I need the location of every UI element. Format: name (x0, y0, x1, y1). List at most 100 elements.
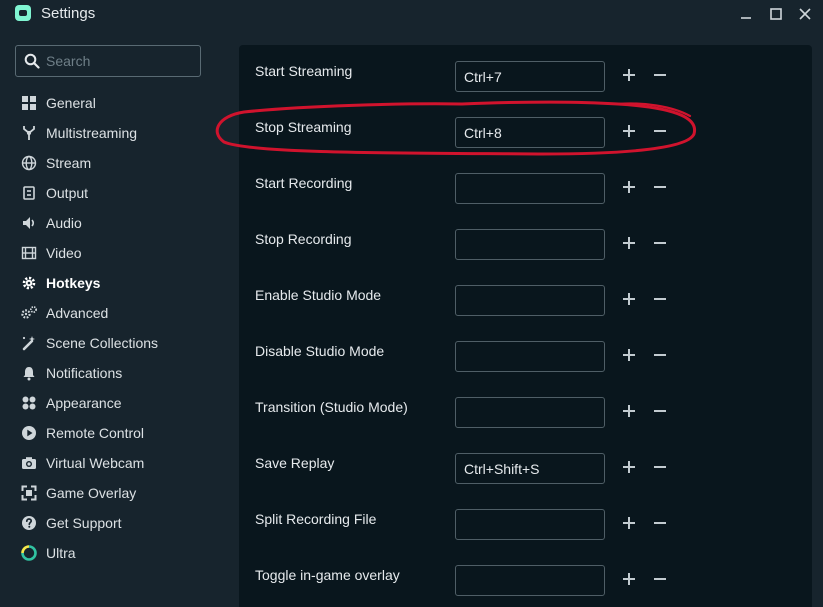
maximize-icon (770, 7, 782, 20)
hotkey-binding-input[interactable] (455, 565, 605, 596)
hotkey-label: Stop Streaming (255, 119, 352, 135)
sidebar-item-label: Scene Collections (46, 335, 159, 351)
sidebar-item-hotkeys[interactable]: Hotkeys (20, 271, 225, 295)
hotkey-row-stop-recording: Stop Recording (239, 213, 812, 269)
question-icon (20, 514, 38, 532)
plus-icon[interactable] (622, 460, 636, 474)
plus-icon[interactable] (622, 404, 636, 418)
hotkey-label: Stop Recording (255, 231, 352, 247)
minimize-icon (741, 16, 751, 19)
minus-icon[interactable] (653, 68, 667, 82)
hotkey-row-enable-studio-mode: Enable Studio Mode (239, 269, 812, 325)
sidebar-item-label: Game Overlay (46, 485, 137, 501)
globe-icon (20, 154, 38, 172)
sidebar-item-video[interactable]: Video (20, 241, 225, 265)
palette-icon (20, 394, 38, 412)
search-icon (24, 53, 40, 69)
minus-icon[interactable] (653, 180, 667, 194)
minus-icon[interactable] (653, 572, 667, 586)
plus-icon[interactable] (622, 292, 636, 306)
sidebar-item-label: Get Support (46, 515, 122, 531)
plus-icon[interactable] (622, 68, 636, 82)
plus-icon[interactable] (622, 348, 636, 362)
sidebar-item-label: Appearance (46, 395, 122, 411)
bell-icon (20, 364, 38, 382)
magic-wand-icon (20, 334, 38, 352)
sidebar-item-ultra[interactable]: Ultra (20, 541, 225, 565)
sidebar-item-label: Virtual Webcam (46, 455, 145, 471)
minus-icon[interactable] (653, 348, 667, 362)
sidebar-item-scene-collections[interactable]: Scene Collections (20, 331, 225, 355)
ultra-icon (20, 544, 38, 562)
camera-icon (20, 454, 38, 472)
search-input[interactable] (46, 51, 196, 71)
window-title: Settings (41, 5, 96, 22)
hotkey-binding-input[interactable] (455, 173, 605, 204)
sidebar-item-multistreaming[interactable]: Multistreaming (20, 121, 225, 145)
hotkey-binding-input[interactable] (455, 117, 605, 148)
minus-icon[interactable] (653, 292, 667, 306)
minus-icon[interactable] (653, 516, 667, 530)
sidebar-item-label: Advanced (46, 305, 109, 321)
hotkey-row-toggle-in-game-overlay: Toggle in-game overlay (239, 549, 812, 605)
sidebar-item-label: Video (46, 245, 82, 261)
hotkey-binding-input[interactable] (455, 453, 605, 484)
sidebar-item-output[interactable]: Output (20, 181, 225, 205)
hotkey-label: Enable Studio Mode (255, 287, 382, 303)
sidebar-item-notifications[interactable]: Notifications (20, 361, 225, 385)
play-circle-icon (20, 424, 38, 442)
sidebar-item-label: General (46, 95, 96, 111)
hotkey-binding-input[interactable] (455, 341, 605, 372)
speaker-icon (20, 214, 38, 232)
plus-icon[interactable] (622, 236, 636, 250)
hotkey-label: Start Recording (255, 175, 353, 191)
hotkey-binding-input[interactable] (455, 509, 605, 540)
minimize-button[interactable] (732, 0, 760, 27)
hotkey-label: Start Streaming (255, 63, 353, 79)
title-bar: Settings (0, 0, 823, 27)
streamlabs-logo-icon (15, 5, 31, 21)
hotkeys-panel: Start Streaming Stop Streaming Start Rec… (239, 45, 812, 607)
output-icon (20, 184, 38, 202)
sidebar-item-label: Remote Control (46, 425, 145, 441)
sidebar-item-label: Stream (46, 155, 92, 171)
sidebar-item-get-support[interactable]: Get Support (20, 511, 225, 535)
fork-icon (20, 124, 38, 142)
hotkey-binding-input[interactable] (455, 397, 605, 428)
hotkey-row-transition-studio-mode: Transition (Studio Mode) (239, 381, 812, 437)
hotkey-row-disable-studio-mode: Disable Studio Mode (239, 325, 812, 381)
maximize-button[interactable] (762, 0, 790, 27)
sidebar-item-label: Ultra (46, 545, 76, 561)
sidebar-item-advanced[interactable]: Advanced (20, 301, 225, 325)
sidebar-item-stream[interactable]: Stream (20, 151, 225, 175)
minus-icon[interactable] (653, 404, 667, 418)
hotkey-label: Toggle in-game overlay (255, 567, 400, 583)
hotkey-label: Disable Studio Mode (255, 343, 385, 359)
sidebar-item-label: Output (46, 185, 89, 201)
hotkey-binding-input[interactable] (455, 285, 605, 316)
sidebar-item-audio[interactable]: Audio (20, 211, 225, 235)
sidebar-item-appearance[interactable]: Appearance (20, 391, 225, 415)
close-button[interactable] (791, 0, 819, 27)
hotkey-row-stop-streaming: Stop Streaming (239, 101, 812, 157)
hotkey-label: Split Recording File (255, 511, 377, 527)
search-box[interactable] (15, 45, 201, 77)
hotkey-row-split-recording-file: Split Recording File (239, 493, 812, 549)
sidebar-item-virtual-webcam[interactable]: Virtual Webcam (20, 451, 225, 475)
hotkey-binding-input[interactable] (455, 61, 605, 92)
plus-icon[interactable] (622, 180, 636, 194)
plus-icon[interactable] (622, 572, 636, 586)
hotkey-binding-input[interactable] (455, 229, 605, 260)
minus-icon[interactable] (653, 236, 667, 250)
sidebar-item-game-overlay[interactable]: Game Overlay (20, 481, 225, 505)
expand-icon (20, 484, 38, 502)
gears-icon (20, 304, 38, 322)
film-icon (20, 244, 38, 262)
sidebar-item-general[interactable]: General (20, 91, 225, 115)
plus-icon[interactable] (622, 124, 636, 138)
minus-icon[interactable] (653, 460, 667, 474)
sidebar-item-label: Audio (46, 215, 82, 231)
sidebar-item-remote-control[interactable]: Remote Control (20, 421, 225, 445)
plus-icon[interactable] (622, 516, 636, 530)
minus-icon[interactable] (653, 124, 667, 138)
